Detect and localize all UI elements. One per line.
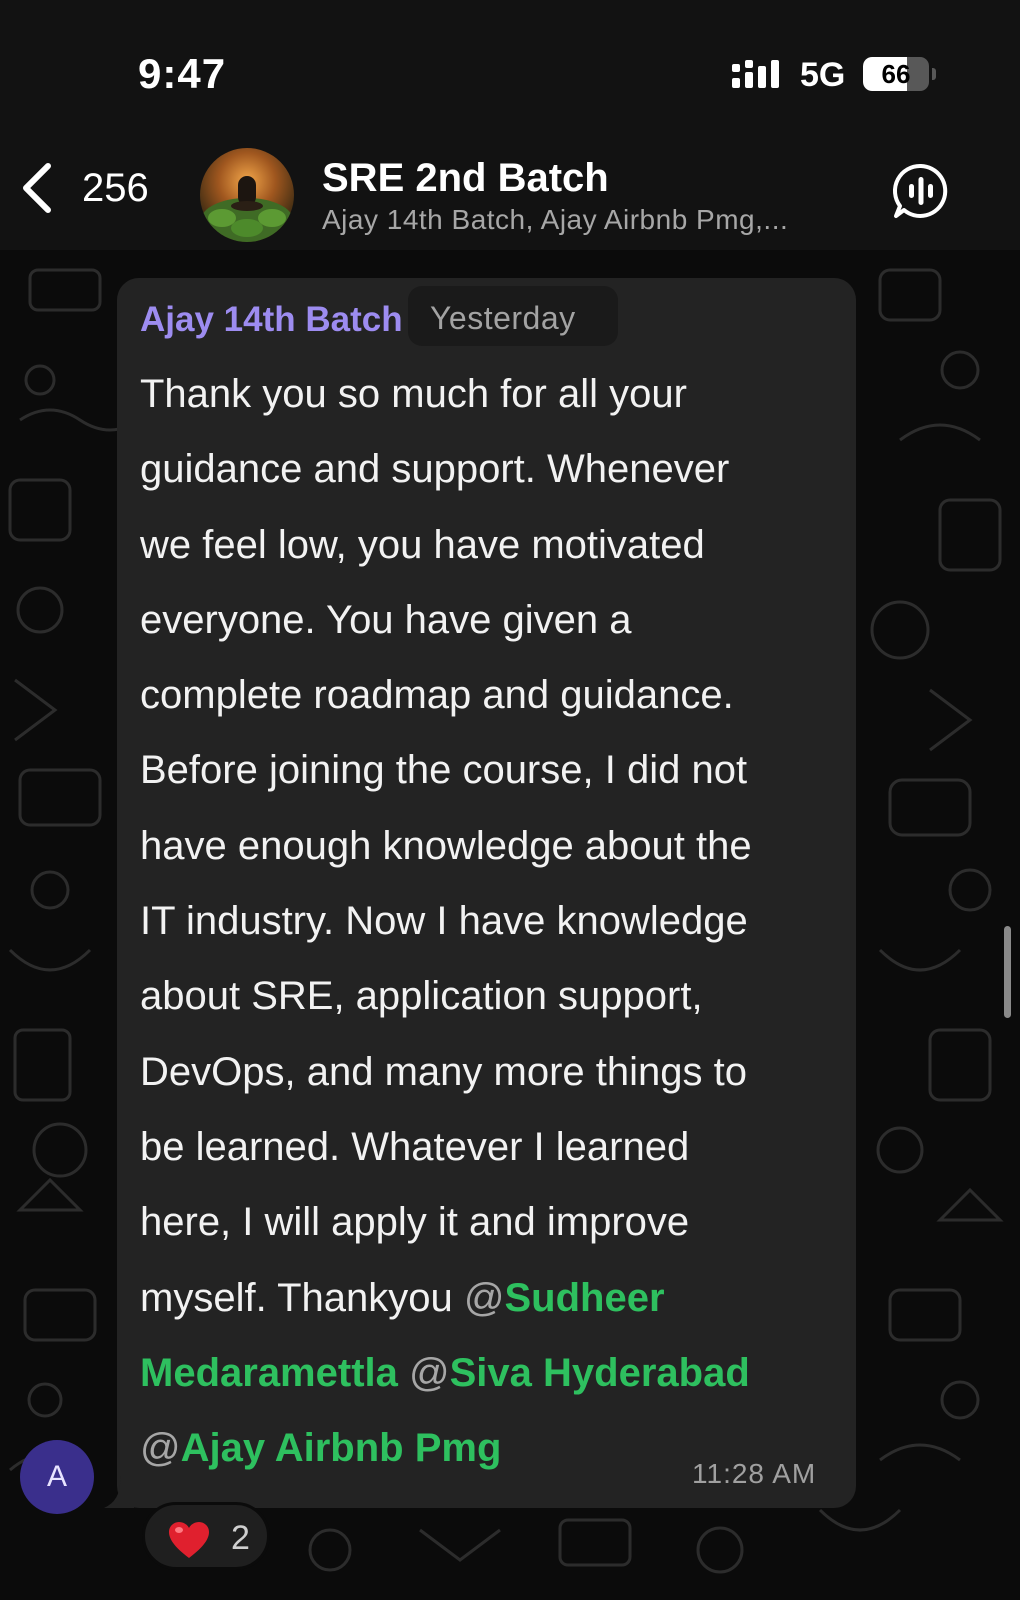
message-line: Medaramettla @Siva Hyderabad bbox=[140, 1336, 840, 1411]
message-line: be learned. Whatever I learned bbox=[140, 1124, 690, 1169]
message-line: guidance and support. Whenever bbox=[140, 447, 730, 492]
scroll-indicator[interactable] bbox=[1004, 926, 1011, 1018]
message-line: IT industry. Now I have knowledge bbox=[140, 899, 748, 944]
status-time: 9:47 bbox=[138, 50, 227, 97]
chat-header: 256 SRE 2nd Batch Ajay 14th Batch, Ajay … bbox=[0, 140, 1020, 250]
network-type: 5G bbox=[800, 56, 846, 94]
back-button[interactable]: 256 bbox=[18, 158, 168, 218]
mention-siva-hyderabad[interactable]: Siva Hyderabad bbox=[450, 1351, 750, 1395]
chevron-left-icon bbox=[23, 163, 51, 213]
message-line: complete roadmap and guidance. bbox=[140, 673, 734, 718]
reaction-count: 2 bbox=[231, 1519, 250, 1557]
message-line: Before joining the course, I did not bbox=[140, 748, 748, 793]
battery-tip bbox=[932, 68, 936, 80]
status-bar: 9:47 5G 66 bbox=[0, 0, 1020, 140]
battery-percent: 66 bbox=[881, 59, 911, 89]
message-line: Thank you so much for all your bbox=[140, 372, 687, 416]
message-line: DevOps, and many more things to bbox=[140, 1049, 747, 1094]
mention-at-sign: @ bbox=[409, 1350, 450, 1395]
bubble-tail bbox=[104, 1476, 134, 1508]
chat-members[interactable]: Ajay 14th Batch, Ajay Airbnb Pmg,... bbox=[322, 204, 788, 236]
chat-title[interactable]: SRE 2nd Batch bbox=[322, 156, 609, 201]
message-line: have enough knowledge about the bbox=[140, 823, 752, 868]
mention-ajay-airbnb-pmg[interactable]: Ajay Airbnb Pmg bbox=[181, 1426, 502, 1470]
sender-avatar[interactable]: A bbox=[20, 1440, 94, 1514]
heart-icon bbox=[169, 1522, 209, 1558]
mention-sudheer-surname[interactable]: Medaramettla bbox=[140, 1351, 398, 1395]
battery-icon: 66 bbox=[863, 57, 929, 91]
message-line: everyone. You have given a bbox=[140, 597, 632, 642]
mention-at-sign: @ bbox=[140, 1426, 181, 1471]
reaction-pill[interactable]: 2 bbox=[142, 1502, 270, 1570]
unread-count: 256 bbox=[82, 165, 149, 210]
cellular-signal-icon bbox=[732, 60, 779, 88]
message-timestamp: 11:28 AM bbox=[692, 1458, 817, 1489]
message-line: we feel low, you have motivated bbox=[140, 522, 705, 567]
message-text: Thank you so much for all your guidance … bbox=[140, 357, 840, 1486]
mention-sudheer[interactable]: Sudheer bbox=[504, 1276, 664, 1320]
message-line: about SRE, application support, bbox=[140, 974, 703, 1019]
message-sender[interactable]: Ajay 14th Batch bbox=[140, 300, 403, 340]
day-divider-label: Yesterday bbox=[430, 300, 576, 336]
message-line: here, I will apply it and improve bbox=[140, 1200, 690, 1245]
mention-at-sign: @ bbox=[463, 1275, 505, 1320]
message-line: myself. Thankyou @Sudheer bbox=[140, 1261, 840, 1336]
message-line-prefix: myself. Thankyou bbox=[140, 1275, 464, 1320]
group-call-icon[interactable] bbox=[892, 162, 950, 220]
group-avatar[interactable] bbox=[200, 148, 294, 242]
group-avatar-image bbox=[200, 148, 294, 242]
